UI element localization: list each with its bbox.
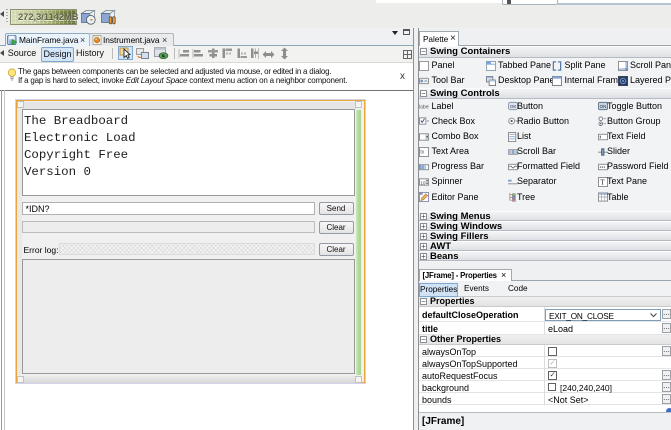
svg-text:ON: ON: [600, 104, 607, 109]
svg-text:10: 10: [420, 180, 426, 185]
svg-text:T: T: [600, 179, 605, 187]
svg-text:tx: tx: [420, 149, 424, 155]
svg-text:label: label: [419, 104, 429, 110]
svg-text:OK: OK: [509, 104, 516, 109]
